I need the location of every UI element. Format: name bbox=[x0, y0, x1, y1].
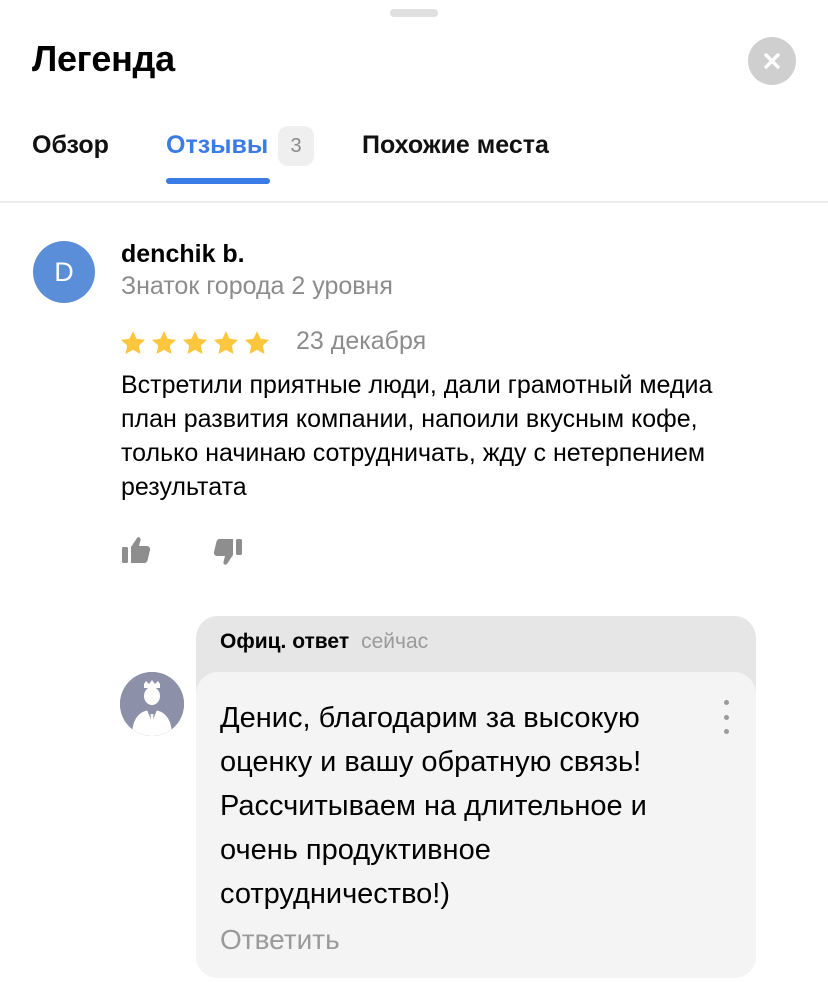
organization-avatar bbox=[120, 672, 184, 736]
more-options-button[interactable] bbox=[720, 700, 732, 734]
review-date: 23 декабря bbox=[296, 327, 427, 355]
star-icon bbox=[213, 331, 239, 354]
official-reply-label: Офиц. ответ bbox=[220, 630, 350, 653]
tab-reviews-count-badge: 3 bbox=[278, 126, 314, 166]
more-vertical-icon bbox=[723, 714, 729, 720]
org-avatar-icon bbox=[120, 672, 184, 736]
place-sheet: Легенда Обзор Отзывы 3 Похожие места D d… bbox=[0, 0, 828, 990]
review-text: Встретили приятные люди, дали грамотный … bbox=[121, 371, 713, 501]
page-title: Легенда bbox=[32, 38, 175, 79]
tabs-divider bbox=[0, 201, 828, 203]
tab-overview[interactable]: Обзор bbox=[32, 131, 109, 191]
official-reply-card: Офиц. ответ сейчас Денис, благодарим за … bbox=[196, 616, 756, 978]
reviewer-level: Знаток города 2 уровня bbox=[121, 272, 393, 300]
tab-bar: Обзор Отзывы 3 Похожие места bbox=[32, 126, 828, 186]
sheet-grabber[interactable] bbox=[390, 9, 438, 17]
close-icon bbox=[764, 53, 780, 69]
reviewer-name[interactable]: denchik b. bbox=[121, 240, 245, 269]
review-rating bbox=[119, 329, 271, 357]
close-button[interactable] bbox=[748, 37, 796, 85]
official-reply-header: Офиц. ответ сейчас bbox=[220, 630, 428, 660]
reply-answer-button[interactable]: Ответить bbox=[220, 924, 340, 956]
star-icon bbox=[120, 331, 146, 354]
more-vertical-icon bbox=[723, 729, 729, 734]
more-vertical-icon bbox=[723, 700, 729, 705]
star-icon bbox=[244, 331, 270, 354]
tab-similar-places[interactable]: Похожие места bbox=[362, 131, 549, 191]
official-reply-time: сейчас bbox=[361, 630, 429, 653]
star-icon bbox=[182, 331, 208, 354]
dislike-button[interactable] bbox=[212, 536, 244, 568]
like-button[interactable] bbox=[120, 534, 152, 566]
reviewer-avatar[interactable]: D bbox=[33, 241, 95, 303]
active-tab-indicator bbox=[166, 178, 270, 184]
thumbs-down-icon bbox=[213, 539, 242, 565]
official-reply-text: Денис, благодарим за высокую оценку и ва… bbox=[220, 702, 647, 910]
star-icon bbox=[151, 331, 177, 354]
official-reply-body: Денис, благодарим за высокую оценку и ва… bbox=[196, 672, 756, 978]
thumbs-up-icon bbox=[122, 537, 151, 563]
